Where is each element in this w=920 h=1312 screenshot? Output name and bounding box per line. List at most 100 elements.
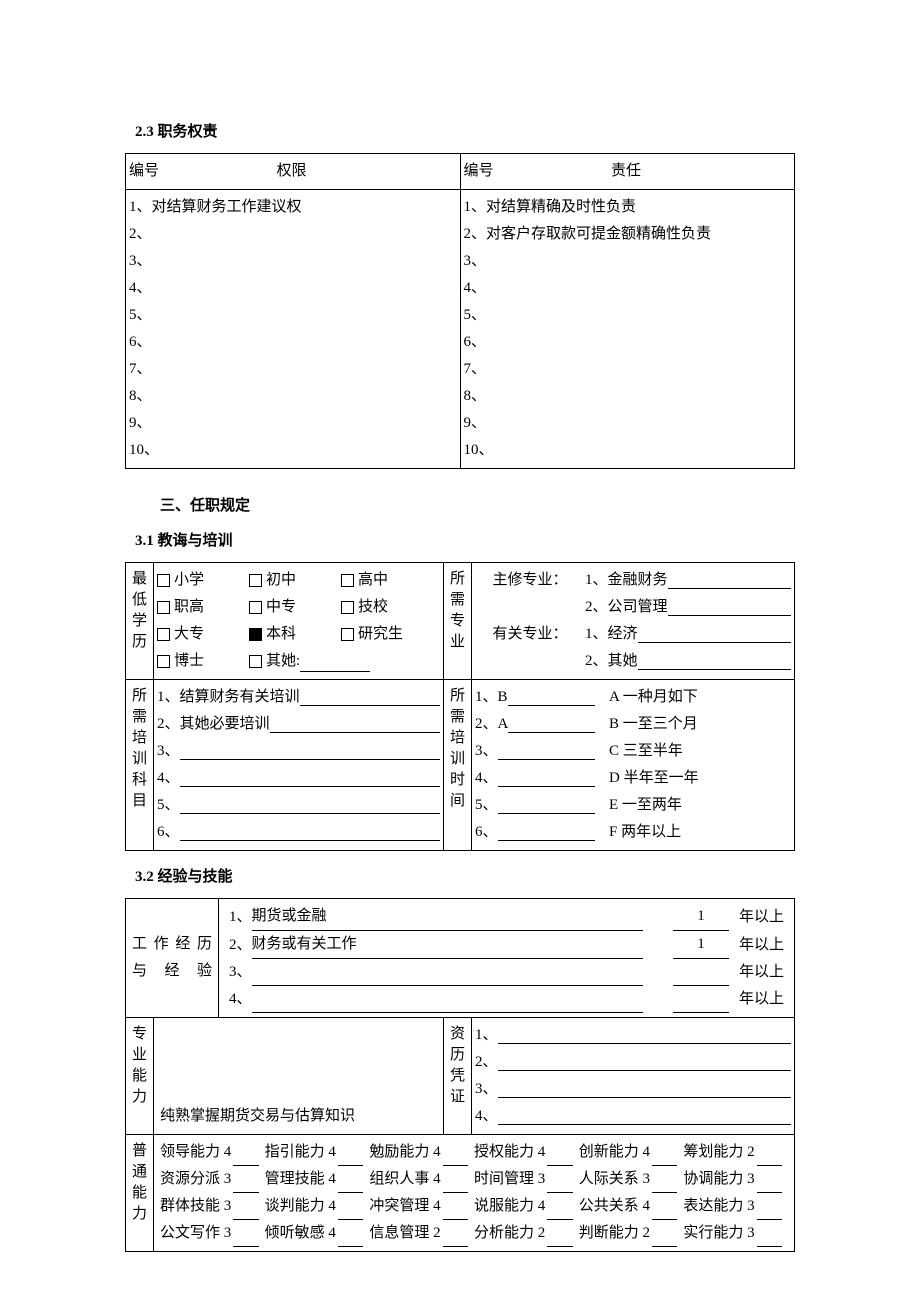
major-label-cell: 所需专业 (444, 563, 472, 680)
cert-row-3: 4、 (475, 1103, 791, 1130)
gen-row-2: 群体技能 3谈判能力 4冲突管理 4说服能力 4公共关系 4表达能力 3 (160, 1193, 788, 1220)
gen-skill-text: 倾听敏感 4 (265, 1220, 336, 1247)
checkbox-option[interactable]: 本科 (249, 621, 341, 648)
duty-right-9: 10、 (464, 437, 792, 464)
gen-skill-text: 群体技能 3 (160, 1193, 231, 1220)
gen-row-3: 公文写作 3倾听敏感 4信息管理 2分析能力 2判断能力 2实行能力 3 (160, 1220, 788, 1247)
gen-skill: 勉励能力 4 (369, 1139, 474, 1166)
gen-skill-text: 管理技能 4 (265, 1166, 336, 1193)
gen-skill-text: 时间管理 3 (474, 1166, 545, 1193)
train-sub-text: 2、其她必要培训 (157, 711, 270, 738)
duty-head-no-l: 编号 (129, 163, 159, 179)
cert-num: 1、 (475, 1022, 498, 1049)
checkbox-option[interactable]: 大专 (157, 621, 249, 648)
train-time-row-0: 1、BA 一种月如下 (475, 684, 791, 711)
exp-num: 1、 (229, 904, 252, 931)
checkbox-option[interactable]: 研究生 (341, 621, 433, 648)
duty-right-2: 3、 (464, 248, 792, 275)
exp-suffix: 年以上 (729, 932, 784, 959)
duty-left-1: 2、 (129, 221, 457, 248)
train-time-val: 1、B (475, 684, 508, 711)
major-main-label: 主修专业： (475, 567, 585, 594)
checkbox-icon (249, 655, 262, 668)
checkbox-option[interactable]: 技校 (341, 594, 433, 621)
gen-label-cell: 普通能力 (126, 1135, 154, 1252)
duty-right-6: 7、 (464, 356, 792, 383)
gen-skill: 时间管理 3 (474, 1166, 579, 1193)
checkbox-option[interactable]: 小学 (157, 567, 249, 594)
duty-left-7: 8、 (129, 383, 457, 410)
duty-table: 编号 权限 编号 责任 1、对结算财务工作建议权 2、 3、 4、 5、 6、 … (125, 153, 795, 469)
train-time-opt: E 一至两年 (595, 792, 791, 819)
train-sub-4: 5、 (157, 792, 440, 819)
cert-num: 3、 (475, 1076, 498, 1103)
section-3-2-title: 3.2 经验与技能 (125, 865, 795, 886)
checkbox-icon (249, 601, 262, 614)
duty-left-5: 6、 (129, 329, 457, 356)
gen-skill: 指引能力 4 (265, 1139, 370, 1166)
major-rel-2: 2、其她 (585, 648, 638, 675)
train-time-row-5: 6、F 两年以上 (475, 819, 791, 846)
pro-text-cell: 纯熟掌握期货交易与估算知识 (154, 1018, 444, 1135)
exp-text (252, 997, 643, 1013)
gen-skill: 领导能力 4 (160, 1139, 265, 1166)
exp-years (673, 997, 729, 1013)
train-sub-5: 6、 (157, 819, 440, 846)
cert-items-cell: 1、2、3、4、 (472, 1018, 795, 1135)
duty-right-7: 8、 (464, 383, 792, 410)
duty-left-4: 5、 (129, 302, 457, 329)
duty-head-no-r: 编号 (464, 163, 494, 179)
major-main-2: 2、公司管理 (585, 594, 668, 621)
exp-text: 期货或金融 (252, 903, 643, 931)
checkbox-option[interactable]: 初中 (249, 567, 341, 594)
major-rel-1: 1、经济 (585, 621, 638, 648)
exp-num: 3、 (229, 959, 252, 986)
duty-right-cell: 1、对结算精确及时性负责 2、对客户存取款可提金额精确性负责 3、 4、 5、 … (460, 190, 795, 469)
gen-skill: 授权能力 4 (474, 1139, 579, 1166)
duty-right-5: 6、 (464, 329, 792, 356)
duty-left-3: 4、 (129, 275, 457, 302)
train-sub-text: 4、 (157, 765, 180, 792)
checkbox-icon (341, 628, 354, 641)
exp-suffix: 年以上 (729, 986, 784, 1013)
gen-skills-cell: 领导能力 4指引能力 4勉励能力 4授权能力 4创新能力 4筹划能力 2资源分派… (154, 1135, 795, 1252)
edu-options-cell: 小学 初中高中职高中专技校大专本科研究生博士 其她: (154, 563, 444, 680)
checkbox-label: 博士 (174, 648, 204, 675)
exp-row-2: 3、年以上 (229, 959, 784, 986)
section-2-3-title: 2.3 职务权责 (125, 120, 795, 141)
gen-row-1: 资源分派 3管理技能 4组织人事 4时间管理 3人际关系 3协调能力 3 (160, 1166, 788, 1193)
checkbox-option[interactable]: 其她: (249, 648, 419, 675)
gen-skill-text: 授权能力 4 (474, 1139, 545, 1166)
train-sub-text: 6、 (157, 819, 180, 846)
train-sub-label-cell: 所需培训科目 (126, 680, 154, 851)
cert-row-2: 3、 (475, 1076, 791, 1103)
checkbox-option[interactable]: 高中 (341, 567, 433, 594)
train-time-row-3: 4、D 半年至一年 (475, 765, 791, 792)
duty-right-4: 5、 (464, 302, 792, 329)
cert-label-cell: 资历凭证 (444, 1018, 472, 1135)
gen-skill-text: 实行能力 3 (683, 1220, 754, 1247)
edu-label-cell: 最低学历 (126, 563, 154, 680)
gen-row-0: 领导能力 4指引能力 4勉励能力 4授权能力 4创新能力 4筹划能力 2 (160, 1139, 788, 1166)
gen-skill: 说服能力 4 (474, 1193, 579, 1220)
gen-skill-text: 指引能力 4 (265, 1139, 336, 1166)
exp-num: 4、 (229, 986, 252, 1013)
train-time-opt: F 两年以上 (595, 819, 791, 846)
duty-right-0: 1、对结算精确及时性负责 (464, 194, 792, 221)
checkbox-option[interactable]: 博士 (157, 648, 249, 675)
gen-skill: 分析能力 2 (474, 1220, 579, 1247)
train-time-opt: C 三至半年 (595, 738, 791, 765)
gen-skill-text: 信息管理 2 (369, 1220, 440, 1247)
checkbox-icon (341, 601, 354, 614)
checkbox-label: 小学 (174, 567, 204, 594)
checkbox-label: 技校 (358, 594, 388, 621)
checkbox-label: 研究生 (358, 621, 403, 648)
checkbox-option[interactable]: 中专 (249, 594, 341, 621)
exp-text (252, 970, 643, 986)
checkbox-option[interactable]: 职高 (157, 594, 249, 621)
gen-skill-text: 协调能力 3 (683, 1166, 754, 1193)
gen-skill-text: 冲突管理 4 (369, 1193, 440, 1220)
checkbox-label: 其她: (266, 648, 300, 675)
train-time-row-4: 5、E 一至两年 (475, 792, 791, 819)
duty-right-8: 9、 (464, 410, 792, 437)
